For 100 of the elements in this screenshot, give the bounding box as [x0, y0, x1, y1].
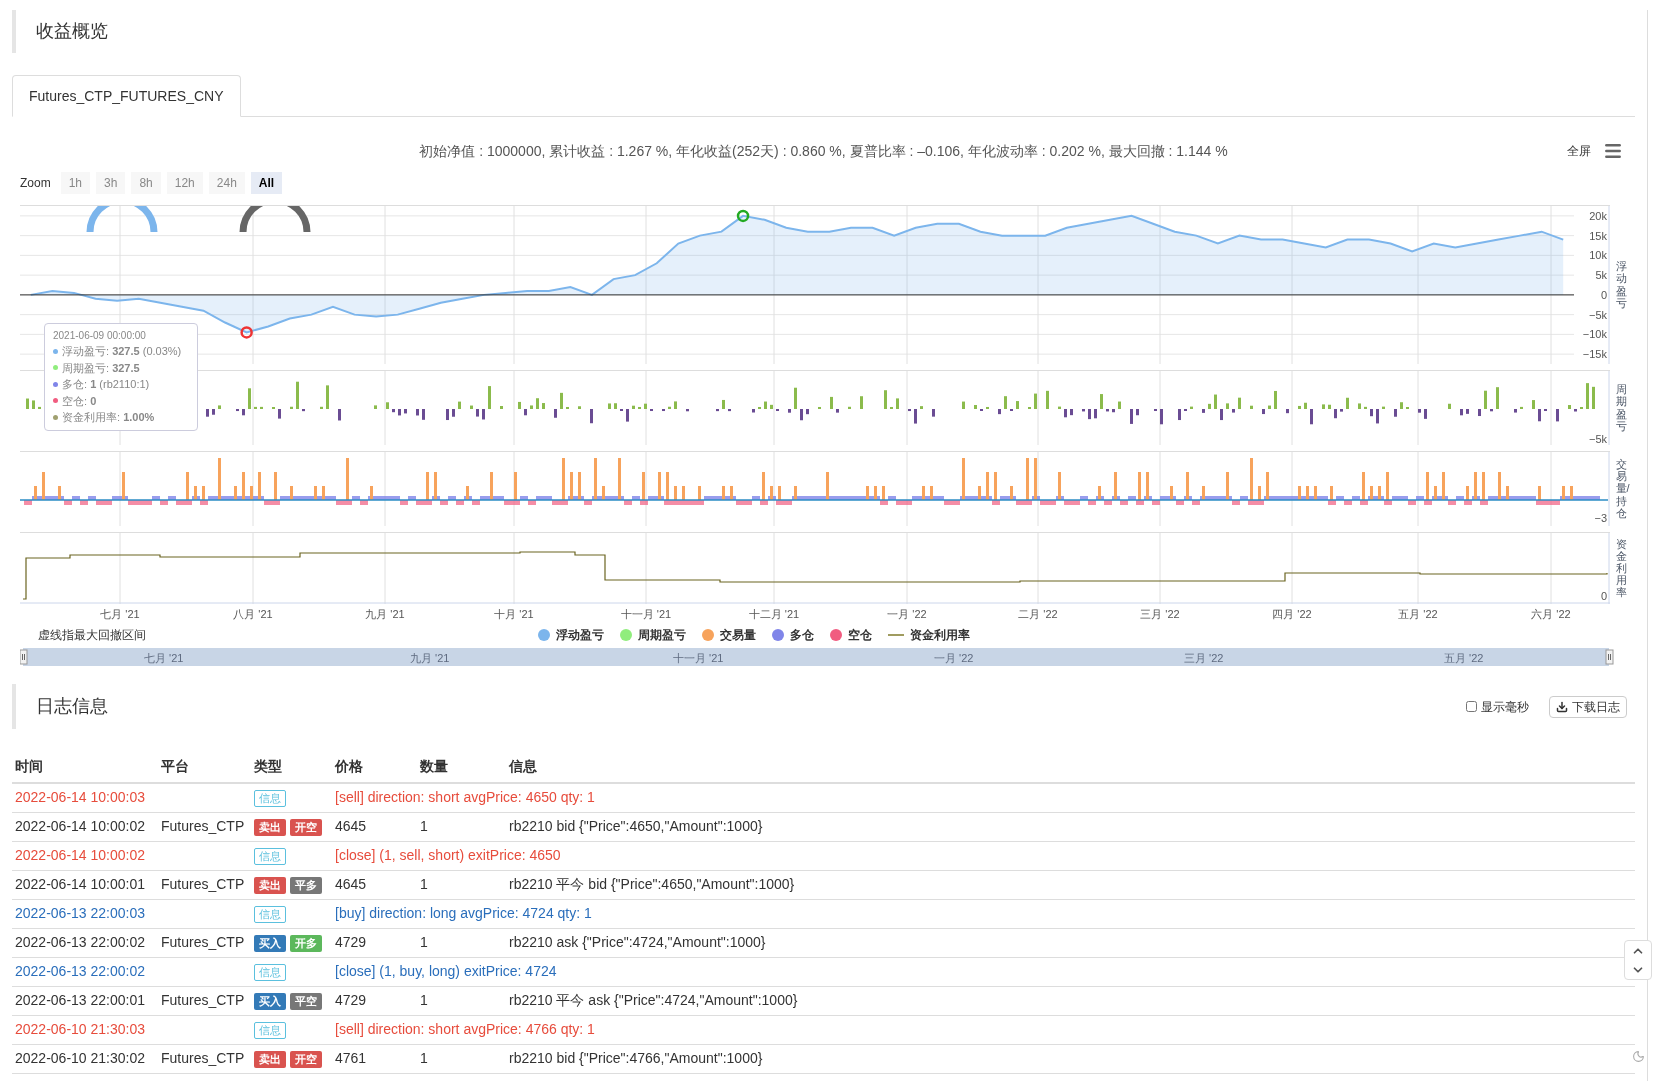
summary-text: 初始净值 : 1000000, 累计收益 : 1.267 %, 年化收益(252天) : 0.860 %, 夏普比率 : –0.106, 年化波动率 : 0.202 %, 最大回撤 : 1.144 %: [419, 141, 1228, 161]
chart-note: 虚线指最大回撤区间: [38, 627, 147, 644]
axis-label: 五月 '22: [1444, 652, 1484, 664]
axis-label: 七月 '21: [100, 608, 140, 620]
profit-bar: [218, 405, 221, 409]
profit-bar: [1400, 402, 1403, 409]
profit-bar: [500, 406, 503, 409]
navigator-handle[interactable]: [1605, 649, 1614, 665]
profit-bar: [1520, 406, 1523, 409]
profit-bar: [374, 405, 377, 409]
table-cell: [buy] direction: long avgPrice: 4724 qty: 1: [335, 905, 592, 921]
axis-label: 十月 '21: [494, 608, 534, 620]
loss-bar: [1262, 409, 1265, 415]
profit-bar: [458, 401, 461, 409]
profit-bar: [1190, 406, 1193, 409]
table-cell: rb2210 平今 ask {"Price":4724,"Amount":1000}: [509, 992, 798, 1008]
profit-bar: [326, 385, 329, 409]
tooltip-time: 2021-06-09 00:00:00: [53, 329, 147, 343]
axis-label: 六月 '22: [1531, 608, 1571, 620]
profit-bar: [32, 400, 35, 409]
axis-label: −10k: [1582, 328, 1607, 341]
axis-label: 三月 '22: [1140, 608, 1180, 620]
profit-bar: [722, 399, 725, 409]
zoom-label: Zoom: [20, 175, 51, 192]
badge: 信息: [254, 906, 286, 923]
axis-title: 资金利用率: [1615, 537, 1627, 599]
download-button[interactable]: 下载日志: [1549, 695, 1627, 718]
table-cell: rb2210 ask {"Price":4724,"Amount":1000}: [509, 934, 766, 950]
badge: 买入: [254, 993, 286, 1010]
table-cell: 4729: [335, 934, 367, 950]
profit-bar: [290, 406, 293, 409]
loss-bar: [626, 409, 629, 422]
loss-bar: [998, 409, 1001, 415]
badge: 信息: [254, 964, 286, 981]
profit-bar: [1268, 405, 1271, 409]
loss-bar: [1466, 409, 1469, 414]
table-cell: Futures_CTP: [161, 1050, 245, 1066]
profit-bar: [1004, 396, 1007, 409]
loss-bar: [1136, 409, 1139, 416]
loss-bar: [482, 409, 485, 420]
table-cell: Futures_CTP: [161, 876, 245, 892]
loss-bar: [1106, 409, 1109, 412]
tooltip-text: 空仓: 0: [62, 393, 97, 409]
column-header: 类型: [251, 751, 332, 783]
profit-bar: [962, 401, 965, 409]
loss-bar: [788, 409, 791, 413]
axis-label: −5k: [1588, 308, 1607, 321]
profit-bar: [920, 406, 923, 409]
profit-bar: [644, 403, 647, 409]
legend-item[interactable]: 资金利用率: [910, 626, 970, 644]
table-cell: 2022-06-14 10:00:02: [15, 847, 145, 863]
axis-label: 九月 '21: [365, 608, 405, 620]
table-cell: Futures_CTP: [161, 934, 245, 950]
loss-bar: [1232, 409, 1235, 413]
profit-bar: [1322, 404, 1325, 409]
axis-label: 十一月 '21: [673, 652, 724, 664]
loss-bar: [1538, 409, 1541, 422]
axis-label: 一月 '22: [887, 608, 927, 620]
navigator-handle[interactable]: [20, 649, 28, 665]
table-cell: 2022-06-13 22:00:02: [15, 934, 145, 950]
loss-bar: [1178, 409, 1181, 421]
axis-label: 0: [1600, 288, 1607, 301]
axis-label: 10k: [1589, 249, 1607, 262]
badge: 卖出: [254, 1051, 286, 1068]
table-cell: 2022-06-10 21:30:02: [15, 1050, 145, 1066]
tooltip-text: 多仓: 1 (rb2110:1): [62, 377, 150, 392]
tab[interactable]: Futures_CTP_FUTURES_CNY: [12, 75, 241, 117]
section-title: 收益概览: [36, 20, 108, 43]
fullscreen-button[interactable]: 全屏: [1567, 142, 1591, 160]
loss-bar: [1220, 409, 1223, 421]
loss-bar: [806, 409, 809, 415]
legend-item[interactable]: 交易量: [720, 626, 756, 644]
zoom-button[interactable]: All: [250, 172, 283, 194]
profit-bar: [668, 406, 671, 409]
axis-label: 0: [1600, 590, 1607, 602]
legend-item[interactable]: 浮动盈亏: [556, 626, 604, 644]
loss-bar: [1112, 409, 1115, 413]
checkbox[interactable]: [1466, 701, 1477, 712]
profit-bar: [608, 403, 611, 409]
profit-bar: [830, 396, 833, 409]
profit-bar: [1358, 403, 1361, 409]
profit-bar: [1592, 386, 1595, 409]
badge: 平空: [290, 993, 322, 1010]
legend-item[interactable]: 周期盈亏: [638, 626, 686, 644]
table-cell: 2022-06-14 10:00:02: [15, 818, 145, 834]
legend-item[interactable]: 多仓: [790, 626, 814, 644]
tooltip-text: 周期盈亏: 327.5: [62, 360, 140, 376]
axis-label: −5k: [1588, 433, 1607, 445]
axis-label: 一月 '22: [934, 652, 974, 664]
axis-label: 七月 '21: [144, 652, 184, 664]
loss-bar: [1334, 409, 1337, 419]
loss-bar: [1130, 409, 1133, 424]
legend-item[interactable]: 空仓: [848, 626, 872, 644]
badge: 信息: [254, 848, 286, 865]
menu-icon[interactable]: [1603, 141, 1623, 161]
profit-bar: [674, 401, 677, 409]
loss-bar: [836, 409, 839, 413]
profit-bar: [860, 396, 863, 409]
loss-bar: [1490, 409, 1493, 412]
column-header: 信息: [506, 751, 1635, 783]
